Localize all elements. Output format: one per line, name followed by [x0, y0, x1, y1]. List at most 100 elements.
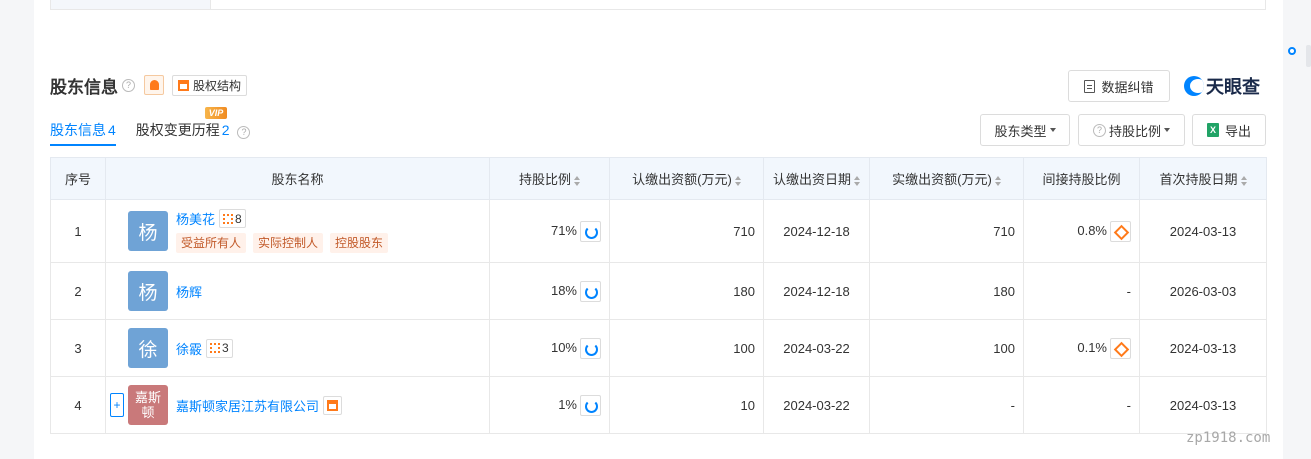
holder-name-link[interactable]: 徐霰: [176, 339, 202, 358]
export-label: 导出: [1224, 123, 1251, 139]
path-icon[interactable]: [1110, 220, 1131, 242]
data-correction-button[interactable]: 数据纠错: [1068, 70, 1170, 102]
brand-name: 天眼查: [1206, 77, 1260, 97]
ratio-filter-dropdown[interactable]: ? 持股比例: [1078, 114, 1185, 146]
tab-bar: 股东信息 4 VIP 股权变更历程 2 ?: [50, 107, 270, 146]
first-date-cell: 2024-03-13: [1139, 376, 1267, 434]
first-date-cell: 2026-03-03: [1139, 262, 1267, 320]
relation-button[interactable]: 3: [206, 338, 233, 358]
holder-name-link[interactable]: 杨辉: [176, 282, 202, 301]
anchor-dot-icon[interactable]: [1288, 47, 1296, 55]
sort-icon[interactable]: [1240, 175, 1247, 186]
tab-equity-history[interactable]: VIP 股权变更历程 2 ?: [135, 107, 251, 146]
holder-type-label: 股东类型: [994, 123, 1047, 139]
table-row: 1 杨 杨美花 8 受益所有人 实际控制人 控股股东 71% 710 2024-…: [50, 199, 1267, 263]
col-indirect-ratio: 间接持股比例: [1023, 157, 1140, 200]
ratio-cell: 18%: [489, 262, 610, 320]
relation-icon: [223, 213, 234, 224]
document-icon: [1084, 79, 1096, 93]
tag-beneficial-owner: 受益所有人: [176, 233, 247, 253]
sub-amount-cell: 180: [609, 262, 764, 320]
col-label: 认缴出资日期: [772, 172, 851, 187]
holder-cell: 杨 杨辉: [105, 262, 490, 320]
ratio-cell: 10%: [489, 319, 610, 377]
scrollbar-thumb[interactable]: [1306, 45, 1311, 67]
indirect-value: 0.8%: [1077, 222, 1107, 238]
col-label: 首次持股日期: [1159, 172, 1238, 187]
paid-amount-cell: 710: [869, 199, 1024, 263]
holder-cell: 杨 杨美花 8 受益所有人 实际控制人 控股股东: [105, 199, 490, 263]
avatar: 杨: [128, 271, 168, 311]
holder-name-link[interactable]: 杨美花: [176, 209, 215, 228]
equity-structure-mini-button[interactable]: [323, 395, 343, 415]
ratio-value: 1%: [558, 396, 577, 412]
expand-button[interactable]: +: [110, 393, 124, 417]
help-icon: ?: [1092, 123, 1106, 137]
indirect-ratio-cell: -: [1023, 376, 1140, 434]
holder-name-link[interactable]: 嘉斯顿家居江苏有限公司: [176, 396, 319, 415]
watermark: zp1918.com: [1186, 430, 1271, 446]
avatar: 杨: [128, 211, 168, 251]
relation-icon: [210, 343, 221, 353]
table-header-row: 序号 股东名称 持股比例 认缴出资额(万元) 认缴出资日期 实缴出资额(万元) …: [50, 157, 1267, 200]
col-first-date[interactable]: 首次持股日期: [1139, 157, 1267, 200]
tab-label: 股东信息: [50, 122, 106, 138]
sort-icon[interactable]: [854, 175, 860, 186]
sub-date-cell: 2024-03-22: [763, 376, 870, 434]
col-sub-date[interactable]: 认缴出资日期: [763, 157, 870, 200]
shareholder-card: 股东信息 ? 股权结构 数据纠错 天眼查 股东信息 4 VIP 股权变更历程 2 ?…: [34, 0, 1283, 459]
help-icon[interactable]: ?: [122, 78, 135, 92]
tag-actual-controller: 实际控制人: [253, 233, 324, 253]
col-sub-amount[interactable]: 认缴出资额(万元): [609, 157, 764, 200]
tab-label: 股权变更历程: [135, 122, 220, 138]
col-ratio[interactable]: 持股比例: [489, 157, 610, 200]
avatar: 嘉斯顿: [128, 385, 168, 425]
tab-shareholders[interactable]: 股东信息 4: [50, 120, 116, 146]
equity-structure-button[interactable]: 股权结构: [172, 74, 248, 96]
indirect-ratio-cell: -: [1023, 262, 1140, 320]
pie-chart-icon[interactable]: [580, 220, 601, 242]
previous-section-bottom: [50, 0, 1266, 10]
row-index: 1: [50, 199, 106, 263]
relation-button[interactable]: 8: [219, 209, 246, 228]
pie-chart-icon[interactable]: [580, 337, 601, 359]
holder-type-dropdown[interactable]: 股东类型: [980, 114, 1070, 146]
col-paid-amount[interactable]: 实缴出资额(万元): [869, 157, 1024, 200]
paid-amount-cell: 100: [869, 319, 1024, 377]
col-label: 实缴出资额(万元): [892, 172, 992, 187]
tab-count: 2: [221, 122, 230, 138]
path-icon[interactable]: [1110, 337, 1131, 359]
indirect-value: 0.1%: [1077, 339, 1107, 355]
sort-icon[interactable]: [994, 175, 1001, 186]
relation-count: 8: [235, 211, 242, 226]
sub-date-cell: 2024-03-22: [763, 319, 870, 377]
data-correction-label: 数据纠错: [1101, 79, 1154, 95]
vip-badge: VIP: [204, 107, 228, 119]
tag-controlling-shareholder: 控股股东: [330, 233, 389, 253]
row-index: 2: [50, 262, 106, 320]
ratio-cell: 71%: [489, 199, 610, 263]
help-icon[interactable]: ?: [237, 126, 251, 139]
sub-amount-cell: 100: [609, 319, 764, 377]
logo-mark-icon: [1184, 76, 1204, 96]
holder-cell: 徐 徐霰 3: [105, 319, 490, 377]
tab-count: 4: [108, 122, 116, 138]
excel-icon: X: [1206, 123, 1219, 137]
equity-structure-label: 股权结构: [193, 78, 242, 93]
export-button[interactable]: X 导出: [1192, 114, 1266, 146]
pie-chart-icon[interactable]: [580, 280, 601, 302]
pie-chart-icon[interactable]: [580, 394, 601, 416]
sort-icon[interactable]: [734, 175, 741, 186]
first-date-cell: 2024-03-13: [1139, 319, 1267, 377]
col-label: 持股比例: [518, 172, 571, 187]
table-row: 4 + 嘉斯顿 嘉斯顿家居江苏有限公司 1% 10 2024-03-22 - -: [50, 376, 1267, 434]
caret-down-icon: [1164, 128, 1170, 132]
first-date-cell: 2024-03-13: [1139, 199, 1267, 263]
paid-amount-cell: -: [869, 376, 1024, 434]
sub-date-cell: 2024-12-18: [763, 262, 870, 320]
ratio-filter-label: 持股比例: [1108, 123, 1161, 139]
shareholder-table: 序号 股东名称 持股比例 认缴出资额(万元) 认缴出资日期 实缴出资额(万元) …: [50, 157, 1267, 434]
sort-icon[interactable]: [574, 175, 580, 186]
monitor-button[interactable]: [144, 75, 164, 95]
page-scrollbar[interactable]: [1283, 0, 1311, 459]
